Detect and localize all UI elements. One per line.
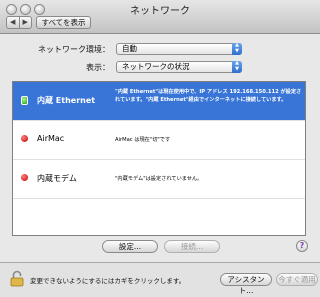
status-red-icon bbox=[21, 174, 28, 181]
location-label: ネットワーク環境： bbox=[38, 45, 110, 54]
show-value: ネットワークの状況 bbox=[122, 62, 190, 71]
service-row-airmac[interactable]: AirMac AirMac は現在"切"です bbox=[13, 121, 305, 160]
service-description: "内蔵 Ethernet"は現在使用中で、IP アドレス 192.168.150… bbox=[115, 89, 302, 103]
service-row-ethernet[interactable]: 内蔵 Ethernet "内蔵 Ethernet"は現在使用中で、IP アドレス… bbox=[13, 82, 305, 121]
window-titlebar: ネットワーク ◀ ▶ すべてを表示 bbox=[0, 0, 320, 34]
apply-now-button[interactable]: 今すぐ適用 bbox=[276, 273, 318, 286]
network-services-list: 内蔵 Ethernet "内蔵 Ethernet"は現在使用中で、IP アドレス… bbox=[12, 81, 306, 236]
back-arrow-icon[interactable]: ◀ bbox=[7, 17, 20, 28]
show-popup[interactable]: ネットワークの状況 ▲ ▼ bbox=[116, 60, 242, 73]
service-name: 内蔵モデム bbox=[37, 174, 77, 183]
service-name: AirMac bbox=[37, 134, 65, 143]
popup-arrows-icon: ▲ ▼ bbox=[232, 60, 242, 73]
forward-arrow-icon[interactable]: ▶ bbox=[20, 17, 32, 28]
service-description: AirMac は現在"切"です bbox=[115, 137, 171, 143]
configure-button[interactable]: 設定... bbox=[102, 240, 158, 253]
service-description: "内蔵モデム"は設定されていません。 bbox=[115, 176, 203, 182]
help-icon[interactable]: ? bbox=[296, 240, 308, 252]
status-red-icon bbox=[21, 135, 28, 142]
lock-icon[interactable] bbox=[10, 270, 24, 287]
assistant-button[interactable]: アシスタント... bbox=[220, 273, 272, 295]
show-label: 表示： bbox=[86, 63, 110, 72]
location-popup[interactable]: 自動 ▲ ▼ bbox=[116, 42, 242, 55]
status-green-icon bbox=[21, 96, 28, 105]
show-all-button[interactable]: すべてを表示 bbox=[36, 16, 91, 29]
location-value: 自動 bbox=[122, 44, 137, 53]
connect-button[interactable]: 接続... bbox=[164, 240, 220, 253]
service-name: 内蔵 Ethernet bbox=[37, 96, 96, 105]
window-title: ネットワーク bbox=[130, 6, 190, 17]
lock-message: 変更できないようにするにはカギをクリックします。 bbox=[30, 277, 186, 285]
popup-arrows-icon: ▲ ▼ bbox=[232, 42, 242, 55]
back-forward-control: ◀ ▶ bbox=[6, 16, 32, 29]
service-row-modem[interactable]: 内蔵モデム "内蔵モデム"は設定されていません。 bbox=[13, 160, 305, 199]
